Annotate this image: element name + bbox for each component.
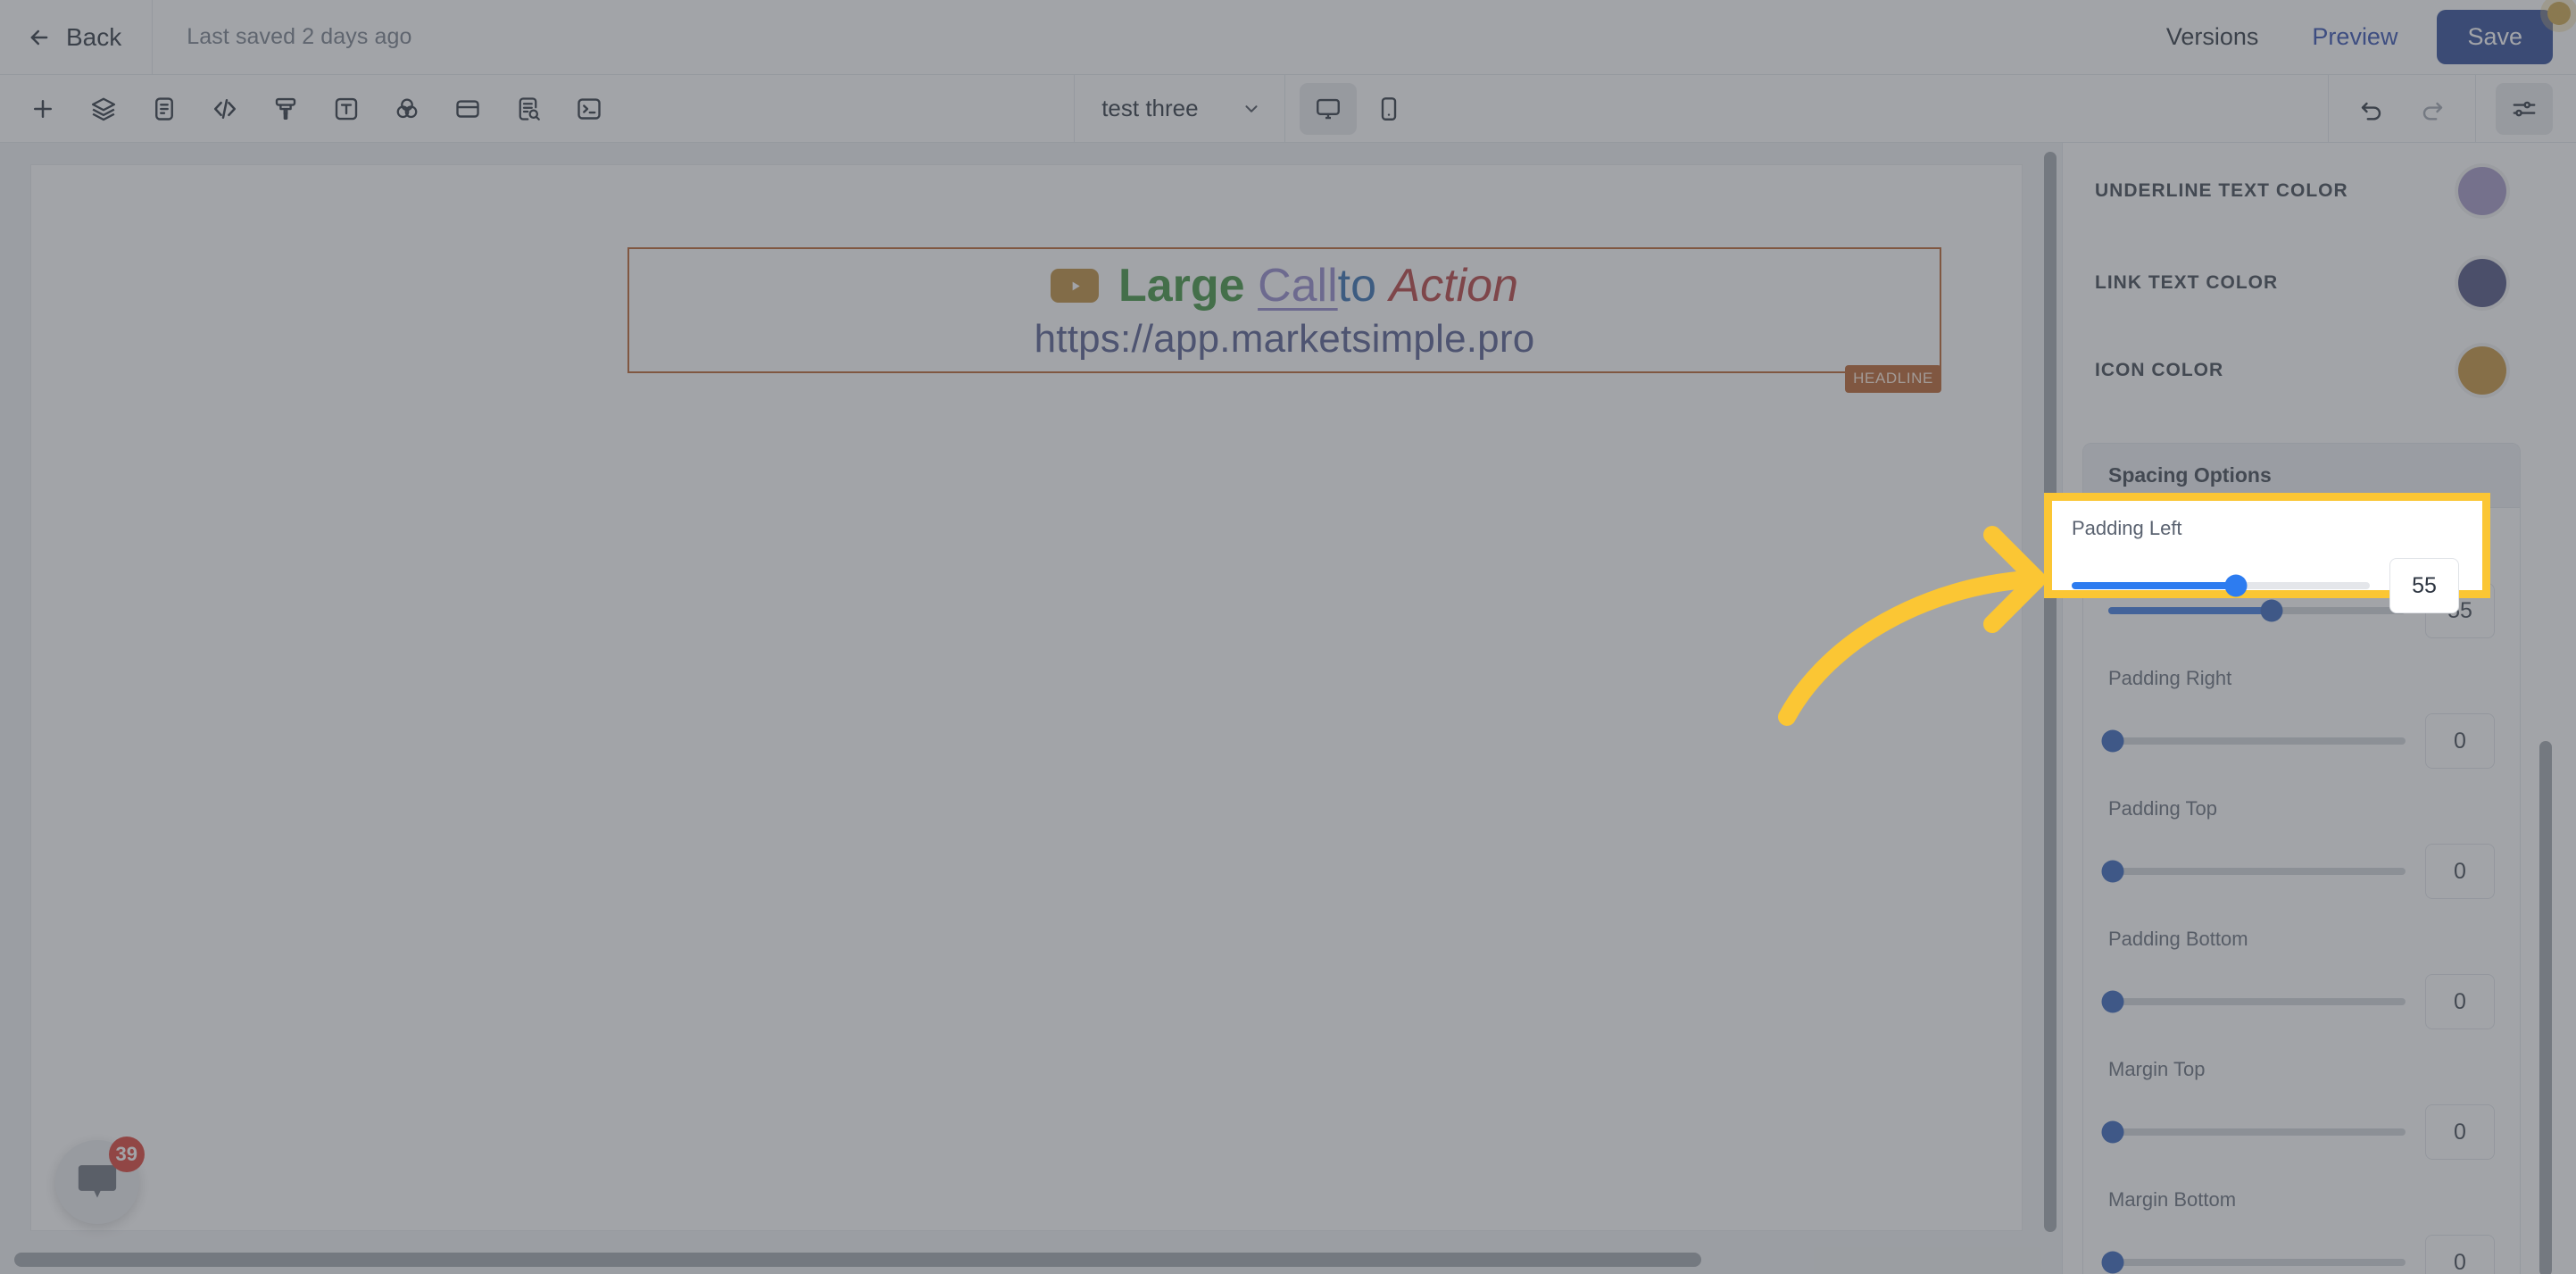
layers-icon[interactable] bbox=[75, 83, 132, 135]
margin-top-value-input[interactable]: 0 bbox=[2425, 1104, 2495, 1160]
icon-color-swatch[interactable] bbox=[2458, 346, 2506, 395]
padding-bottom-value-input[interactable]: 0 bbox=[2425, 974, 2495, 1029]
padding-bottom-label: Padding Bottom bbox=[2108, 928, 2248, 950]
document-search-icon[interactable] bbox=[500, 83, 557, 135]
mobile-view-icon[interactable] bbox=[1360, 83, 1417, 135]
back-label: Back bbox=[66, 22, 122, 51]
padding-right-slider-knob[interactable] bbox=[2101, 729, 2124, 753]
save-button[interactable]: Save bbox=[2437, 10, 2553, 64]
headline-word-large: Large bbox=[1118, 260, 1245, 312]
padding-right-label: Padding Right bbox=[2108, 667, 2232, 689]
margin-top-slider-knob[interactable] bbox=[2101, 1120, 2124, 1144]
padding-bottom-slider-knob[interactable] bbox=[2101, 990, 2124, 1013]
editor-toolbar: test three bbox=[0, 74, 2576, 143]
slider-row-margin-top: Margin Top 0 bbox=[2083, 1038, 2520, 1169]
desktop-view-icon[interactable] bbox=[1299, 82, 1357, 135]
padding-top-label: Padding Top bbox=[2108, 797, 2217, 820]
back-button[interactable]: Back bbox=[0, 0, 152, 75]
padding-top-slider[interactable] bbox=[2101, 860, 2406, 883]
brush-icon[interactable] bbox=[257, 83, 314, 135]
highlight-padding-left-label: Padding Left bbox=[2072, 517, 2182, 539]
redo-icon[interactable] bbox=[2404, 83, 2461, 135]
icon-color-row: ICON COLOR bbox=[2079, 327, 2556, 414]
chat-widget-button[interactable]: 39 bbox=[55, 1137, 145, 1224]
headline-word-call[interactable]: Call bbox=[1258, 260, 1338, 312]
chevron-down-icon bbox=[1242, 99, 1261, 119]
margin-top-label: Margin Top bbox=[2108, 1058, 2206, 1080]
slider-row-padding-right: Padding Right 0 bbox=[2083, 647, 2520, 778]
underline-text-color-row: UNDERLINE TEXT COLOR bbox=[2079, 143, 2556, 239]
link-text-color-label: LINK TEXT COLOR bbox=[2095, 271, 2279, 293]
toolbar-center: test three bbox=[1074, 74, 1418, 143]
preview-button[interactable]: Preview bbox=[2285, 23, 2424, 51]
document-icon[interactable] bbox=[136, 83, 193, 135]
versions-button[interactable]: Versions bbox=[2140, 23, 2286, 51]
settings-sliders-icon[interactable] bbox=[2495, 82, 2553, 135]
highlight-padding-left-slider[interactable] bbox=[2072, 574, 2370, 597]
app-root: Back Last saved 2 days ago Versions Prev… bbox=[0, 0, 2576, 1274]
underline-text-color-label: UNDERLINE TEXT COLOR bbox=[2095, 179, 2348, 201]
code-icon[interactable] bbox=[196, 83, 253, 135]
sidebar-scrollbar[interactable] bbox=[2539, 741, 2552, 1274]
highlight-padding-left-slider-knob[interactable] bbox=[2224, 574, 2248, 597]
color-circles-icon[interactable] bbox=[378, 83, 436, 135]
headline-word-to: to bbox=[1337, 260, 1377, 312]
padding-right-slider[interactable] bbox=[2101, 729, 2406, 753]
video-play-icon bbox=[1051, 269, 1099, 304]
margin-top-slider[interactable] bbox=[2101, 1120, 2406, 1144]
back-arrow-icon bbox=[27, 25, 52, 50]
properties-sidebar: UNDERLINE TEXT COLOR LINK TEXT COLOR ICO… bbox=[2062, 143, 2576, 1274]
link-text-color-row: LINK TEXT COLOR bbox=[2079, 239, 2556, 327]
topbar-divider bbox=[152, 0, 154, 75]
padding-right-value-input[interactable]: 0 bbox=[2425, 713, 2495, 769]
padding-top-value-input[interactable]: 0 bbox=[2425, 844, 2495, 899]
slider-row-padding-top: Padding Top 0 bbox=[2083, 778, 2520, 908]
slider-row-margin-bottom: Margin Bottom 0 bbox=[2083, 1169, 2520, 1274]
margin-bottom-slider-knob[interactable] bbox=[2101, 1251, 2124, 1274]
headline-block-tag: HEADLINE bbox=[1845, 365, 1941, 393]
card-icon[interactable] bbox=[439, 83, 496, 135]
link-text-color-swatch[interactable] bbox=[2458, 259, 2506, 307]
headline-block[interactable]: Large Call to Action https://app.markets… bbox=[627, 247, 1941, 393]
chat-unread-badge: 39 bbox=[108, 1137, 145, 1172]
notification-dot-icon[interactable] bbox=[2547, 2, 2571, 25]
margin-bottom-slider[interactable] bbox=[2101, 1251, 2406, 1274]
last-saved-text: Last saved 2 days ago bbox=[187, 24, 412, 49]
add-icon[interactable] bbox=[14, 83, 71, 135]
padding-top-slider-knob[interactable] bbox=[2101, 860, 2124, 883]
icon-color-label: ICON COLOR bbox=[2095, 359, 2224, 380]
headline-url: https://app.marketsimple.pro bbox=[1034, 317, 1535, 362]
topbar-actions: Versions Preview Save bbox=[2140, 10, 2576, 64]
toolbar-right bbox=[2327, 74, 2576, 143]
canvas-area: Large Call to Action https://app.markets… bbox=[0, 143, 2062, 1274]
undo-icon[interactable] bbox=[2343, 83, 2400, 135]
margin-bottom-value-input[interactable]: 0 bbox=[2425, 1235, 2495, 1274]
highlight-padding-left-value-input[interactable]: 55 bbox=[2389, 558, 2459, 613]
top-bar: Back Last saved 2 days ago Versions Prev… bbox=[0, 0, 2576, 75]
padding-bottom-slider[interactable] bbox=[2101, 990, 2406, 1013]
headline-word-action: Action bbox=[1389, 260, 1518, 312]
canvas-page[interactable]: Large Call to Action https://app.markets… bbox=[30, 164, 2023, 1231]
canvas-horizontal-scrollbar[interactable] bbox=[14, 1253, 2035, 1267]
underline-text-color-swatch[interactable] bbox=[2458, 167, 2506, 215]
highlighted-padding-left-control[interactable]: Padding Left 55 bbox=[2044, 493, 2490, 613]
page-select-dropdown[interactable]: test three bbox=[1075, 75, 1284, 143]
margin-bottom-label: Margin Bottom bbox=[2108, 1188, 2237, 1211]
canvas-vertical-scrollbar[interactable] bbox=[2044, 152, 2057, 1232]
slider-row-padding-bottom: Padding Bottom 0 bbox=[2083, 908, 2520, 1038]
terminal-icon[interactable] bbox=[561, 83, 618, 135]
page-select-label: test three bbox=[1101, 95, 1199, 121]
toolbar-left-tools bbox=[12, 75, 619, 143]
headline-text: Large Call to Action bbox=[629, 260, 1940, 312]
text-box-icon[interactable] bbox=[318, 83, 375, 135]
